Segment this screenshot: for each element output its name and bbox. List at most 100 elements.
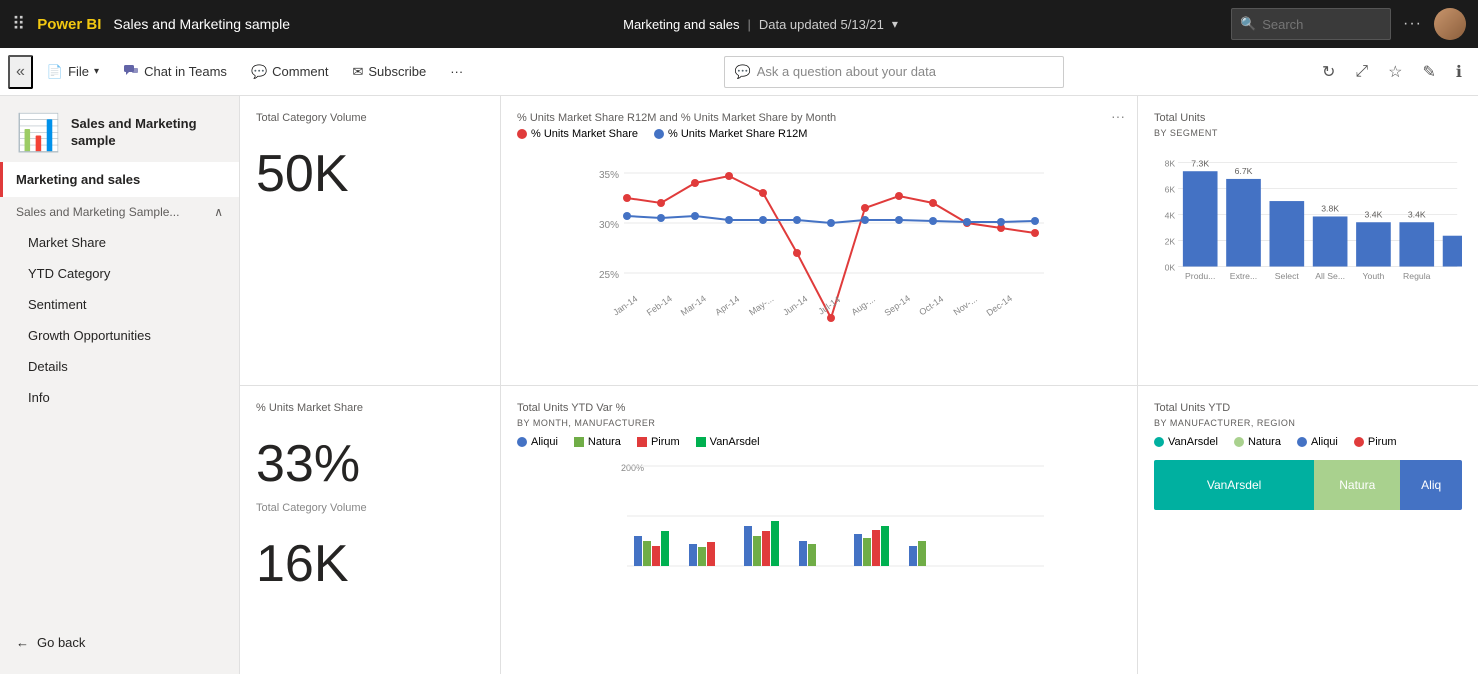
- svg-text:Apr-14: Apr-14: [713, 294, 741, 318]
- legend-aliqui: Aliqui: [517, 436, 558, 448]
- file-button[interactable]: 📄 File ▾: [37, 58, 109, 86]
- legend-dot-red: [517, 129, 527, 139]
- svg-text:Youth: Youth: [1363, 271, 1385, 281]
- svg-text:25%: 25%: [599, 270, 619, 281]
- back-button[interactable]: «: [8, 55, 33, 89]
- svg-text:200%: 200%: [621, 463, 644, 473]
- tile1-value: 50K: [256, 144, 484, 204]
- legend-pirum: Pirum: [637, 436, 680, 448]
- sidebar-section-header[interactable]: Sales and Marketing Sample... ∧: [0, 197, 239, 227]
- treemap-bar: VanArsdel Natura Aliq: [1154, 460, 1462, 510]
- tile1-title: Total Category Volume: [256, 112, 484, 124]
- sidebar-logo-area: 📊 Sales and Marketing sample: [0, 96, 239, 162]
- pirum-label: Pirum: [651, 436, 680, 448]
- sidebar-item-market-share[interactable]: Market Share: [0, 227, 239, 258]
- svg-text:3.4K: 3.4K: [1408, 209, 1426, 219]
- tile4-extra: Total Category Volume 16K: [256, 502, 484, 594]
- info-button[interactable]: ℹ: [1448, 56, 1470, 88]
- tile6-legend: VanArsdel Natura Aliqui Pirum: [1154, 436, 1462, 448]
- tile3-title: Total Units: [1154, 112, 1462, 124]
- pirum-dot: [637, 437, 647, 447]
- svg-text:All Se...: All Se...: [1315, 271, 1345, 281]
- legend-vanarsdel-6: VanArsdel: [1154, 436, 1218, 448]
- qa-icon: 💬: [735, 64, 751, 80]
- edit-button[interactable]: ✎: [1415, 56, 1444, 88]
- search-input[interactable]: [1262, 17, 1382, 32]
- svg-text:Jan-14: Jan-14: [611, 294, 639, 318]
- toolbar-right: ↻ ⤢ ☆ ✎ ℹ: [1314, 56, 1470, 88]
- tile-percent-units-market-share: % Units Market Share 33% Total Category …: [240, 386, 500, 674]
- svg-text:6K: 6K: [1165, 184, 1176, 194]
- tile-total-cat-vol-label: Total Category Volume: [256, 502, 367, 514]
- comment-label: Comment: [272, 64, 328, 79]
- file-icon: 📄: [47, 64, 63, 80]
- svg-text:Regula: Regula: [1403, 271, 1431, 281]
- tile4-value: 33%: [256, 434, 484, 494]
- avatar[interactable]: [1434, 8, 1466, 40]
- toolbar-more-button[interactable]: ···: [440, 58, 473, 85]
- comment-button[interactable]: 💬 Comment: [241, 58, 339, 86]
- svg-text:6.7K: 6.7K: [1235, 166, 1253, 176]
- svg-text:Nov-...: Nov-...: [952, 294, 979, 317]
- fullscreen-button[interactable]: ⤢: [1347, 57, 1376, 87]
- sidebar-report-title: Sales and Marketing sample: [71, 116, 223, 150]
- svg-text:30%: 30%: [599, 220, 619, 231]
- bookmark-button[interactable]: ☆: [1380, 56, 1410, 88]
- more-options-icon[interactable]: ···: [1403, 15, 1422, 33]
- subscribe-button[interactable]: ✉ Subscribe: [342, 58, 436, 86]
- tile7-value: 16K: [256, 534, 484, 594]
- vanarsdel-dot: [696, 437, 706, 447]
- line-chart-svg: 35% 30% 25%: [517, 148, 1121, 348]
- legend-label-1: % Units Market Share: [531, 128, 638, 140]
- tile4-title: % Units Market Share: [256, 402, 484, 414]
- refresh-button[interactable]: ↻: [1314, 56, 1343, 88]
- report-name: Sales and Marketing sample: [113, 16, 290, 32]
- app-grid-icon[interactable]: ⠿: [12, 14, 25, 35]
- tile6-title: Total Units YTD: [1154, 402, 1462, 414]
- legend-dot-blue: [654, 129, 664, 139]
- svg-text:Select: Select: [1275, 271, 1300, 281]
- search-box[interactable]: 🔍: [1231, 8, 1391, 40]
- chevron-down-icon[interactable]: ▾: [892, 17, 898, 31]
- sidebar-item-marketing-and-sales[interactable]: Marketing and sales: [0, 162, 239, 197]
- power-bi-logo-icon: 📊: [16, 112, 61, 154]
- sidebar-item-growth-opportunities[interactable]: Growth Opportunities: [0, 320, 239, 351]
- legend-label-2: % Units Market Share R12M: [668, 128, 807, 140]
- tile5-title: Total Units YTD Var %: [517, 402, 1121, 414]
- sidebar-item-ytd-category[interactable]: YTD Category: [0, 258, 239, 289]
- chat-teams-icon: [123, 62, 139, 81]
- svg-text:0K: 0K: [1165, 262, 1176, 272]
- treemap-aliqui: Aliq: [1400, 460, 1462, 510]
- pirum6-label: Pirum: [1368, 436, 1397, 448]
- main-layout: 📊 Sales and Marketing sample Marketing a…: [0, 96, 1478, 674]
- sidebar-item-info[interactable]: Info: [0, 382, 239, 413]
- tile-total-units-ytd-var: Total Units YTD Var % BY MONTH, MANUFACT…: [501, 386, 1137, 674]
- chat-teams-label: Chat in Teams: [144, 64, 227, 79]
- sidebar-item-sentiment[interactable]: Sentiment: [0, 289, 239, 320]
- sidebar-item-details[interactable]: Details: [0, 351, 239, 382]
- tile5-legend: Aliqui Natura Pirum VanArsdel: [517, 436, 1121, 448]
- svg-text:Extre...: Extre...: [1230, 271, 1257, 281]
- svg-text:Aug-...: Aug-...: [850, 294, 877, 317]
- svg-text:Dec-14: Dec-14: [985, 293, 1015, 318]
- svg-text:Feb-14: Feb-14: [645, 293, 674, 318]
- vanarsdel-label: VanArsdel: [710, 436, 760, 448]
- legend-natura: Natura: [574, 436, 621, 448]
- svg-text:Jun-14: Jun-14: [781, 294, 809, 318]
- chat-in-teams-button[interactable]: Chat in Teams: [113, 56, 237, 87]
- toolbar-more-icon: ···: [450, 64, 463, 79]
- sidebar: 📊 Sales and Marketing sample Marketing a…: [0, 96, 240, 674]
- legend-natura-6: Natura: [1234, 436, 1281, 448]
- tile-total-units-by-segment: Total Units BY SEGMENT 8K 6K 4K 2K 0K: [1138, 96, 1478, 385]
- svg-text:May-...: May-...: [747, 294, 775, 318]
- file-chevron-icon: ▾: [94, 66, 99, 77]
- qa-search-box[interactable]: 💬 Ask a question about your data: [724, 56, 1064, 88]
- ytd-bar-chart-svg: 200%: [517, 456, 1121, 586]
- legend-aliqui-6: Aliqui: [1297, 436, 1338, 448]
- data-updated: Data updated 5/13/21: [759, 17, 884, 32]
- svg-text:35%: 35%: [599, 170, 619, 181]
- tile2-more-icon[interactable]: ···: [1111, 108, 1125, 124]
- go-back-button[interactable]: ← Go back: [0, 627, 239, 658]
- legend-pirum-6: Pirum: [1354, 436, 1397, 448]
- aliqui6-dot: [1297, 437, 1307, 447]
